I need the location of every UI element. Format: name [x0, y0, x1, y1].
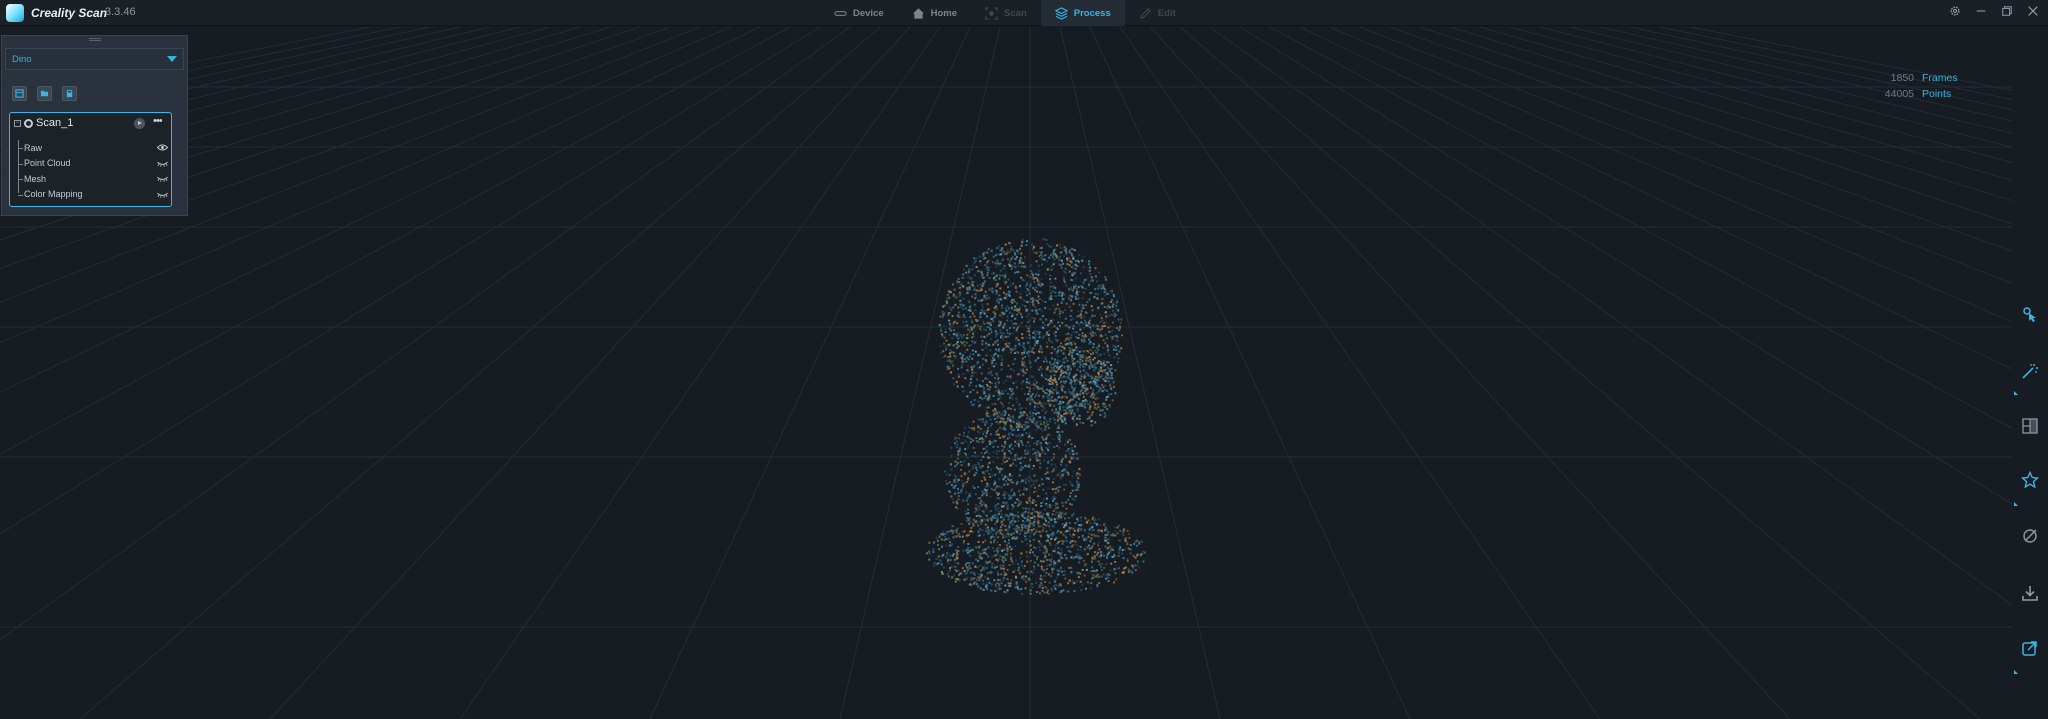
scan-gear-icon [24, 118, 33, 128]
open-folder-button[interactable] [37, 86, 52, 101]
select-point-button[interactable] [2021, 305, 2039, 323]
minimize-button[interactable] [1974, 4, 1988, 18]
tab-home[interactable]: Home [898, 0, 971, 26]
measure-icon [2023, 529, 2037, 543]
panel-drag-handle[interactable] [89, 38, 101, 41]
restore-icon [2002, 6, 2012, 16]
chevron-down-icon [167, 56, 177, 62]
scan-tree: Raw Point Cloud Mesh Color Mapping [18, 140, 168, 202]
export-icon [2022, 586, 2038, 601]
eye-closed-icon[interactable] [157, 174, 168, 183]
points-count: 44005 [1884, 87, 1914, 100]
tree-item-label: Color Mapping [24, 189, 83, 200]
close-button[interactable] [2026, 4, 2040, 18]
tab-home-label: Home [930, 7, 958, 19]
tab-scan-label: Scan [1004, 7, 1027, 19]
play-icon[interactable] [134, 118, 145, 129]
share-icon [2022, 641, 2037, 656]
more-options-icon[interactable]: ••• [153, 115, 163, 127]
eye-closed-icon[interactable] [157, 159, 168, 168]
tab-process-label: Process [1073, 7, 1111, 19]
close-icon [2028, 6, 2038, 16]
export-button[interactable] [2021, 584, 2039, 602]
main-nav: Device Home Scan Process Edit [820, 0, 1190, 26]
window-controls [1948, 4, 2040, 18]
open-folder-icon [40, 90, 49, 97]
mesh-button[interactable] [2021, 417, 2039, 435]
app-name: Creality Scan [31, 6, 108, 20]
point-cloud-model [925, 238, 1146, 595]
settings-button[interactable] [1948, 4, 1962, 18]
point-cloud-process-icon [2022, 364, 2038, 379]
home-icon [912, 7, 924, 19]
new-project-button[interactable] [12, 86, 27, 101]
project-panel: Dino − Scan_1 ••• Raw Point Cloud Mesh C… [1, 35, 188, 216]
project-name: Dino [12, 53, 32, 65]
scan-name: Scan_1 [36, 117, 74, 129]
texture-icon [2020, 470, 2040, 489]
panel-toolbar [12, 86, 77, 101]
3d-viewport[interactable]: 1850 Frames 44005 Points [0, 27, 2012, 719]
scan-stats: 1850 Frames 44005 Points [1885, 71, 1960, 102]
process-layers-icon [1054, 6, 1068, 20]
measure-button[interactable] [2021, 527, 2039, 545]
project-select[interactable]: Dino [5, 48, 184, 70]
points-label: Points [1922, 87, 1952, 100]
tree-item-label: Point Cloud [24, 158, 71, 169]
frames-label: Frames [1922, 72, 1958, 84]
save-button[interactable] [62, 86, 77, 101]
tab-device[interactable]: Device [820, 0, 898, 26]
submenu-indicator [2014, 391, 2018, 395]
device-icon [834, 10, 847, 16]
tree-item-color-mapping[interactable]: Color Mapping [18, 187, 168, 203]
restore-button[interactable] [2000, 4, 2014, 18]
tab-edit[interactable]: Edit [1125, 0, 1190, 26]
app-logo [6, 4, 24, 22]
scan-header: − Scan_1 [14, 117, 73, 129]
scan-icon [985, 6, 998, 20]
title-bar: Creality Scan 3.3.46 Device Home Scan Pr… [0, 0, 2048, 26]
submenu-indicator [2014, 502, 2018, 506]
new-project-icon [15, 89, 24, 98]
eye-closed-icon[interactable] [157, 190, 168, 199]
frames-count: 1850 [1890, 72, 1914, 84]
minimize-icon [1976, 10, 1986, 12]
tab-edit-label: Edit [1157, 7, 1176, 19]
scan-card[interactable]: − Scan_1 ••• Raw Point Cloud Mesh Color … [9, 112, 172, 207]
right-toolbar [2012, 27, 2048, 719]
tree-item-mesh[interactable]: Mesh [18, 171, 168, 187]
eye-open-icon[interactable] [157, 143, 168, 152]
edit-icon [1139, 7, 1151, 19]
tab-device-label: Device [853, 7, 884, 19]
tab-scan[interactable]: Scan [971, 0, 1041, 26]
tree-item-point-cloud[interactable]: Point Cloud [18, 156, 168, 172]
share-button[interactable] [2021, 639, 2039, 657]
tree-item-raw[interactable]: Raw [18, 140, 168, 156]
submenu-indicator [2014, 670, 2018, 674]
texture-button[interactable] [2020, 470, 2040, 489]
point-cloud-process-button[interactable] [2021, 362, 2039, 380]
tree-item-label: Raw [24, 142, 43, 153]
tree-item-label: Mesh [24, 173, 47, 184]
settings-icon [1950, 6, 1960, 16]
save-icon [66, 89, 73, 98]
collapse-icon[interactable]: − [14, 119, 21, 127]
app-version: 3.3.46 [105, 6, 136, 18]
mesh-icon [2022, 418, 2038, 434]
tab-process[interactable]: Process [1040, 0, 1125, 26]
select-point-icon [2023, 307, 2036, 322]
